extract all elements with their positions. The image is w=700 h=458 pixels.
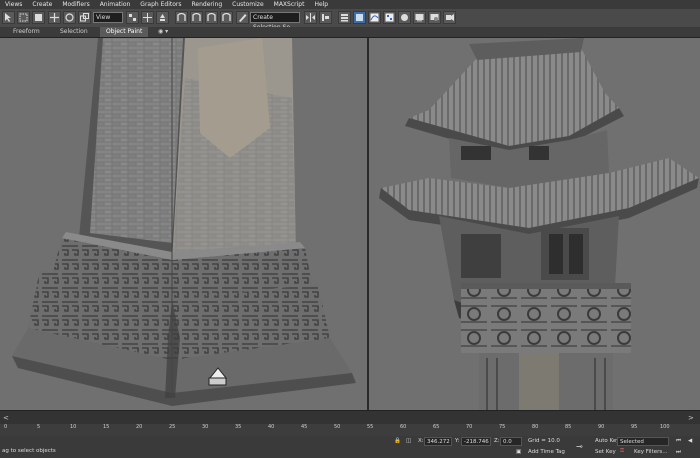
track-tick: 15 <box>103 424 110 430</box>
layer-manager-icon[interactable] <box>338 11 351 24</box>
track-tick: 100 <box>660 424 670 430</box>
prompt-line: ag to select objects <box>2 448 56 454</box>
tab-object-paint[interactable]: Object Paint <box>100 27 149 37</box>
track-tick: 65 <box>433 424 440 430</box>
graphite-modeling-tools-icon[interactable] <box>353 11 366 24</box>
keyboard-shortcut-icon[interactable] <box>156 11 169 24</box>
set-key-mode-icon[interactable]: ⊸ <box>576 442 583 451</box>
time-slider[interactable]: < > <box>0 410 700 425</box>
go-to-end-icon[interactable]: ⏭ <box>676 449 681 456</box>
main-toolbar: View Create Selection Se <box>0 9 700 31</box>
material-editor-icon[interactable] <box>398 11 411 24</box>
track-tick: 5 <box>37 424 41 430</box>
track-tick: 25 <box>169 424 176 430</box>
lock-selection-icon[interactable]: 🔒 <box>394 438 401 444</box>
track-tick: 35 <box>235 424 242 430</box>
snaps-icon[interactable] <box>175 11 188 24</box>
track-bar[interactable]: 0 5 10 15 20 25 30 35 40 45 50 55 60 65 … <box>0 424 700 436</box>
track-tick: 30 <box>202 424 209 430</box>
y-coordinate-field[interactable]: -218.746 <box>461 437 491 446</box>
percent-snap-icon[interactable] <box>205 11 218 24</box>
grid-size-label: Grid = 10.0 <box>528 438 560 444</box>
time-slider-prev-icon[interactable]: < <box>3 414 11 422</box>
rendered-frame-window-icon[interactable] <box>428 11 441 24</box>
move-icon[interactable] <box>48 11 61 24</box>
schematic-view-icon[interactable] <box>383 11 396 24</box>
pagoda-model-render <box>369 38 700 410</box>
rotate-icon[interactable] <box>63 11 76 24</box>
menu-bar: Views Create Modifiers Animation Graph E… <box>0 0 700 9</box>
track-tick: 70 <box>466 424 473 430</box>
z-coordinate-label: Z: <box>494 438 500 444</box>
angle-snap-icon[interactable] <box>190 11 203 24</box>
track-tick: 60 <box>400 424 407 430</box>
track-tick: 50 <box>334 424 341 430</box>
menu-modifiers[interactable]: Modifiers <box>57 0 94 9</box>
select-region-icon[interactable] <box>17 11 30 24</box>
key-icon[interactable]: ⚿ <box>620 448 624 455</box>
status-bar: ag to select objects 🔒 ◫ X: 346.272 Y: -… <box>0 436 700 458</box>
track-tick: 20 <box>136 424 143 430</box>
tab-selection[interactable]: Selection <box>60 27 88 37</box>
x-coordinate-field[interactable]: 346.272 <box>424 437 452 446</box>
viewport-right[interactable] <box>369 38 700 410</box>
window-crossing-icon[interactable] <box>32 11 45 24</box>
obelisk-model-render <box>0 38 367 410</box>
add-time-tag-label[interactable]: Add Time Tag <box>528 449 565 455</box>
track-tick: 75 <box>499 424 506 430</box>
menu-customize[interactable]: Customize <box>227 0 269 9</box>
menu-help[interactable]: Help <box>309 0 333 9</box>
scale-icon[interactable] <box>78 11 91 24</box>
ribbon-options-icon[interactable]: ◉ ▾ <box>158 27 168 37</box>
render-production-icon[interactable] <box>443 11 456 24</box>
track-tick: 90 <box>598 424 605 430</box>
named-selection-set-dropdown[interactable]: Create Selection Se <box>250 12 300 31</box>
menu-animation[interactable]: Animation <box>95 0 136 9</box>
menu-maxscript[interactable]: MAXScript <box>269 0 310 9</box>
viewport-left[interactable] <box>0 38 367 410</box>
spinner-snap-icon[interactable] <box>220 11 233 24</box>
x-coordinate-label: X: <box>418 438 424 444</box>
graphite-ribbon: Freeform Selection Object Paint ◉ ▾ <box>0 27 700 38</box>
mirror-icon[interactable] <box>304 11 317 24</box>
key-filters-button[interactable]: Key Filters... <box>634 449 667 455</box>
track-tick: 45 <box>301 424 308 430</box>
track-tick: 40 <box>268 424 275 430</box>
track-tick: 0 <box>4 424 8 430</box>
track-tick: 95 <box>631 424 638 430</box>
track-tick: 55 <box>367 424 374 430</box>
menu-graph-editors[interactable]: Graph Editors <box>135 0 186 9</box>
menu-views[interactable]: Views <box>0 0 27 9</box>
track-tick: 85 <box>565 424 572 430</box>
go-to-start-icon[interactable]: ⏮ <box>676 438 681 445</box>
align-icon[interactable] <box>319 11 332 24</box>
select-manipulate-icon[interactable] <box>141 11 154 24</box>
curve-editor-icon[interactable] <box>368 11 381 24</box>
add-time-tag-icon[interactable]: ▣ <box>516 449 521 455</box>
auto-key-button[interactable]: Auto Key <box>595 438 620 444</box>
pivot-icon[interactable] <box>126 11 139 24</box>
select-object-icon[interactable] <box>2 11 15 24</box>
menu-rendering[interactable]: Rendering <box>187 0 228 9</box>
track-tick: 80 <box>532 424 539 430</box>
z-coordinate-field[interactable]: 0.0 <box>500 437 522 446</box>
reference-coordinate-dropdown[interactable]: View <box>93 12 123 23</box>
set-key-button[interactable]: Set Key <box>595 449 616 455</box>
absolute-mode-icon[interactable]: ◫ <box>406 438 411 444</box>
track-tick: 10 <box>70 424 77 430</box>
tab-freeform[interactable]: Freeform <box>13 27 40 37</box>
menu-create[interactable]: Create <box>27 0 57 9</box>
edit-named-selection-icon[interactable] <box>236 11 249 24</box>
auto-key-selection-dropdown[interactable]: Selected <box>617 437 669 446</box>
y-coordinate-label: Y: <box>455 438 460 444</box>
previous-frame-icon[interactable]: ◀ <box>688 438 692 444</box>
render-setup-icon[interactable] <box>413 11 426 24</box>
time-slider-next-icon[interactable]: > <box>688 414 696 422</box>
